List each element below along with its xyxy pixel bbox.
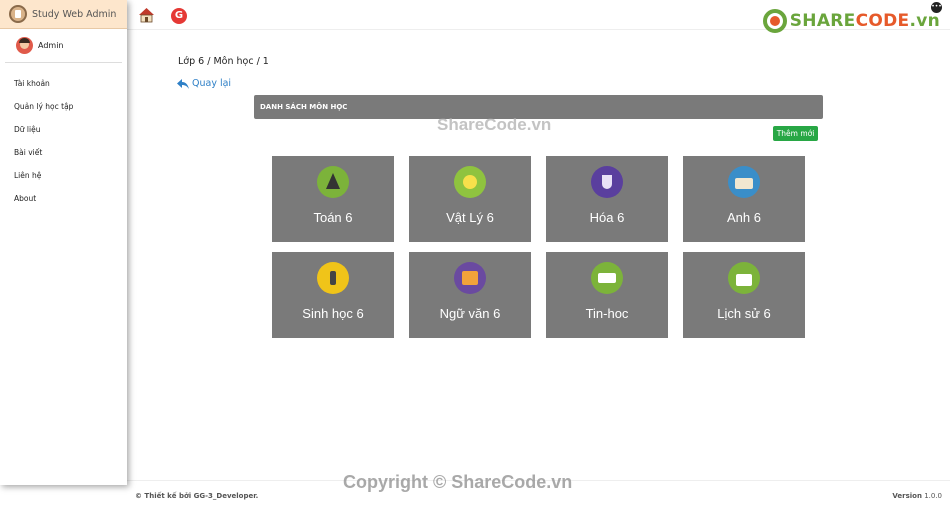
sidebar-menu: Tài khoản Quản lý học tập Dữ liệu Bài vi… xyxy=(0,63,127,210)
user-profile[interactable]: Admin xyxy=(5,29,122,63)
sidebar-item-lien-he[interactable]: Liên hệ xyxy=(0,164,127,187)
brand[interactable]: Study Web Admin xyxy=(0,0,127,29)
version-label: Version xyxy=(892,492,922,500)
subject-name: Sinh học 6 xyxy=(302,306,364,321)
subject-name: Tin-hoc xyxy=(585,306,629,321)
books-icon xyxy=(454,262,486,294)
logo-tld: .vn xyxy=(909,11,940,31)
laptop-icon xyxy=(591,262,623,294)
subject-card[interactable]: Hóa 6 xyxy=(546,156,668,242)
sidebar-item-du-lieu[interactable]: Dữ liệu xyxy=(0,118,127,141)
subject-card[interactable]: Tin-hoc xyxy=(546,252,668,338)
subject-card[interactable]: Vật Lý 6 xyxy=(409,156,531,242)
brand-logo-icon xyxy=(9,5,27,23)
subject-name: Hóa 6 xyxy=(589,210,625,225)
subject-name: Anh 6 xyxy=(727,210,761,225)
logout-icon[interactable]: G xyxy=(171,8,187,24)
logo-prefix: SHARE xyxy=(789,11,856,31)
brand-title: Study Web Admin xyxy=(32,8,117,20)
user-name: Admin xyxy=(38,41,64,50)
logo-suffix: CODE xyxy=(855,11,910,31)
breadcrumb: Lớp 6 / Môn học / 1 xyxy=(178,56,269,67)
back-link[interactable]: Quay lại xyxy=(177,78,231,89)
subject-card[interactable]: Anh 6 xyxy=(683,156,805,242)
subject-card[interactable]: Toán 6 xyxy=(272,156,394,242)
sidebar: Study Web Admin Admin Tài khoản Quản lý … xyxy=(0,0,127,485)
calendar-icon xyxy=(728,262,760,294)
subject-name: Vật Lý 6 xyxy=(446,210,494,225)
main-content: Lớp 6 / Môn học / 1 Quay lại DANH SÁCH M… xyxy=(127,30,950,480)
footer-version: Version 1.0.0 xyxy=(892,492,942,500)
version-number: 1.0.0 xyxy=(924,492,942,500)
flask-icon xyxy=(591,166,623,198)
avatar xyxy=(16,37,33,54)
panel-title: DANH SÁCH MÔN HỌC xyxy=(254,95,823,119)
back-label: Quay lại xyxy=(192,78,232,89)
sidebar-item-about[interactable]: About xyxy=(0,187,127,210)
subject-card[interactable]: Ngữ văn 6 xyxy=(409,252,531,338)
home-icon[interactable] xyxy=(138,7,155,23)
subject-card[interactable]: Lịch sử 6 xyxy=(683,252,805,338)
subject-name: Ngữ văn 6 xyxy=(439,306,501,321)
microscope-icon xyxy=(317,262,349,294)
topbar: G SHARECODE.vn ••• xyxy=(127,0,950,33)
more-icon[interactable]: ••• xyxy=(931,2,942,13)
footer: © Thiết kế bởi GG-3_Developer. Version 1… xyxy=(127,480,950,509)
compass-icon xyxy=(317,166,349,198)
subject-card[interactable]: Sinh học 6 xyxy=(272,252,394,338)
add-new-button[interactable]: Thêm mới xyxy=(773,126,818,141)
sidebar-item-tai-khoan[interactable]: Tài khoản xyxy=(0,72,127,95)
subject-name: Lịch sử 6 xyxy=(717,306,771,321)
reply-arrow-icon xyxy=(177,78,189,89)
sharecode-logo-text: SHARECODE.vn xyxy=(790,11,940,31)
footer-credit: © Thiết kế bởi GG-3_Developer. xyxy=(135,492,259,500)
atom-icon xyxy=(454,166,486,198)
sidebar-item-quan-ly-hoc-tap[interactable]: Quản lý học tập xyxy=(0,95,127,118)
subject-grid: Toán 6 Vật Lý 6 Hóa 6 Anh 6 Sinh học 6 N… xyxy=(272,156,805,338)
sidebar-item-bai-viet[interactable]: Bài viết xyxy=(0,141,127,164)
school-icon xyxy=(728,166,760,198)
subject-name: Toán 6 xyxy=(313,210,353,225)
